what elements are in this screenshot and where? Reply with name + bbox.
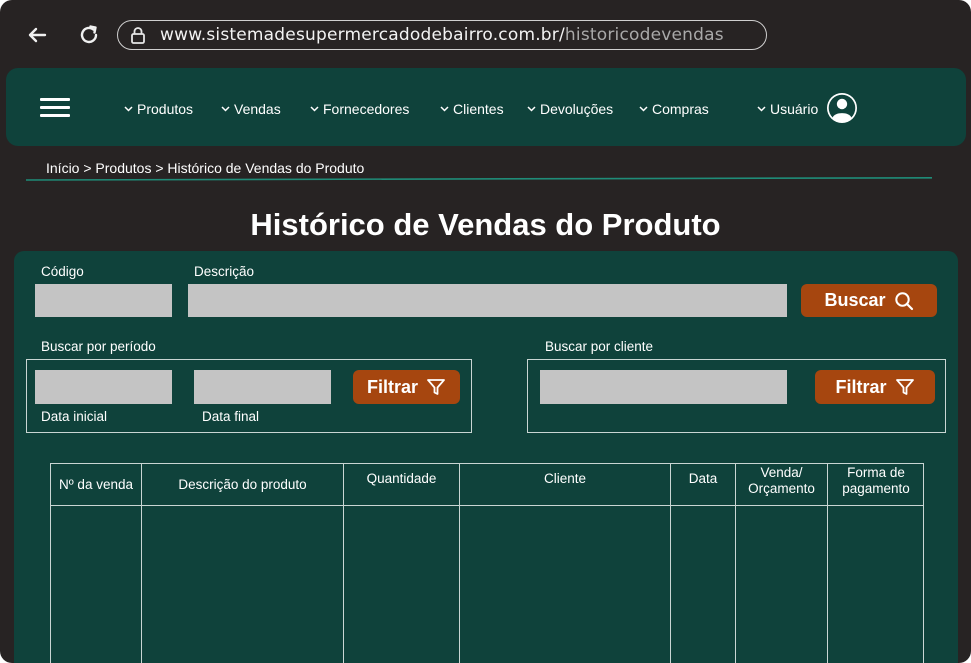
column-header-text: Descrição do produto [178,477,307,492]
table-column [460,506,671,663]
chevron-down-icon [527,106,536,112]
column-header-text: Cliente [543,471,587,486]
user-label: Usuário [770,101,819,117]
description-label: Descrição [194,264,255,279]
nav-item-label: Vendas [234,101,281,117]
back-arrow-icon[interactable] [24,22,50,48]
start-date-label: Data inicial [41,409,108,424]
sales-history-table: Nº da venda Descrição do produto Quantid… [50,463,924,663]
column-header-text: Nº da venda [59,477,133,492]
chevron-down-icon [124,106,133,112]
period-filter-button[interactable]: Filtrar [353,370,460,404]
page-title: Histórico de Vendas do Produto [250,207,721,242]
column-header-date: Data [671,464,736,506]
menu-icon[interactable] [40,98,70,118]
table-column [51,506,142,663]
nav-item-usuario[interactable]: Usuário [757,99,818,119]
chevron-down-icon [757,106,766,112]
column-header-text: Forma de [847,465,905,480]
nav-item-label: Devoluções [540,101,614,117]
table-column [344,506,460,663]
main-navbar: Produtos Vendas Fornecedores Clientes De… [6,68,966,146]
column-header-text: Venda/ [760,465,803,480]
end-date-input[interactable] [194,370,331,404]
chevron-down-icon [639,106,648,112]
address-bar[interactable]: www.sistemadesupermercadodebairro.com.br… [117,20,767,50]
search-button-label: Buscar [824,290,886,310]
code-label: Código [41,264,84,279]
table-column [142,506,344,663]
reload-icon[interactable] [76,22,102,48]
breadcrumb-divider [26,177,932,181]
nav-item-vendas[interactable]: Vendas [221,99,281,119]
chevron-down-icon [221,106,230,112]
lock-icon [131,27,145,44]
column-header-sale-or-quote: Venda/ Orçamento [736,464,828,506]
nav-item-label: Fornecedores [323,101,410,117]
nav-item-compras[interactable]: Compras [639,99,709,119]
table-column [736,506,828,663]
user-avatar-icon[interactable] [826,92,858,124]
url-host: www.sistemadesupermercadodebairro.com.br… [160,25,565,45]
search-button[interactable]: Buscar [801,284,937,317]
column-header-text: Data [688,471,718,486]
column-header-payment-method: Forma de pagamento [828,464,924,506]
url-text: www.sistemadesupermercadodebairro.com.br… [160,25,724,45]
breadcrumb[interactable]: Início > Produtos > Histórico de Vendas … [46,160,364,176]
app-frame: www.sistemadesupermercadodebairro.com.br… [0,0,971,663]
search-icon [894,291,913,310]
column-header-product-description: Descrição do produto [142,464,344,506]
filter-icon [895,379,914,395]
nav-item-label: Compras [652,101,709,117]
table-column [671,506,736,663]
nav-item-label: Clientes [453,101,504,117]
client-filter-label: Buscar por cliente [545,339,654,354]
column-header-text: pagamento [842,481,910,496]
url-path: historicodevendas [564,25,724,45]
chevron-down-icon [440,106,449,112]
code-input[interactable] [35,284,172,317]
nav-item-fornecedores[interactable]: Fornecedores [310,99,409,119]
chevron-down-icon [310,106,319,112]
client-input[interactable] [540,370,787,404]
column-header-text: Quantidade [366,471,437,486]
column-header-client: Cliente [460,464,671,506]
end-date-label: Data final [202,409,260,424]
nav-item-clientes[interactable]: Clientes [440,99,504,119]
column-header-sale-number: Nº da venda [51,464,142,506]
client-filter-button[interactable]: Filtrar [815,370,935,404]
nav-item-devolucoes[interactable]: Devoluções [527,99,613,119]
description-input[interactable] [188,284,787,317]
client-filter-button-label: Filtrar [835,376,887,397]
nav-item-produtos[interactable]: Produtos [124,99,193,119]
column-header-quantity: Quantidade [344,464,460,506]
start-date-input[interactable] [35,370,172,404]
period-filter-label: Buscar por período [41,339,156,354]
nav-item-label: Produtos [137,101,194,117]
filter-icon [427,379,445,395]
column-header-text: Orçamento [748,481,815,496]
period-filter-button-label: Filtrar [366,376,418,397]
